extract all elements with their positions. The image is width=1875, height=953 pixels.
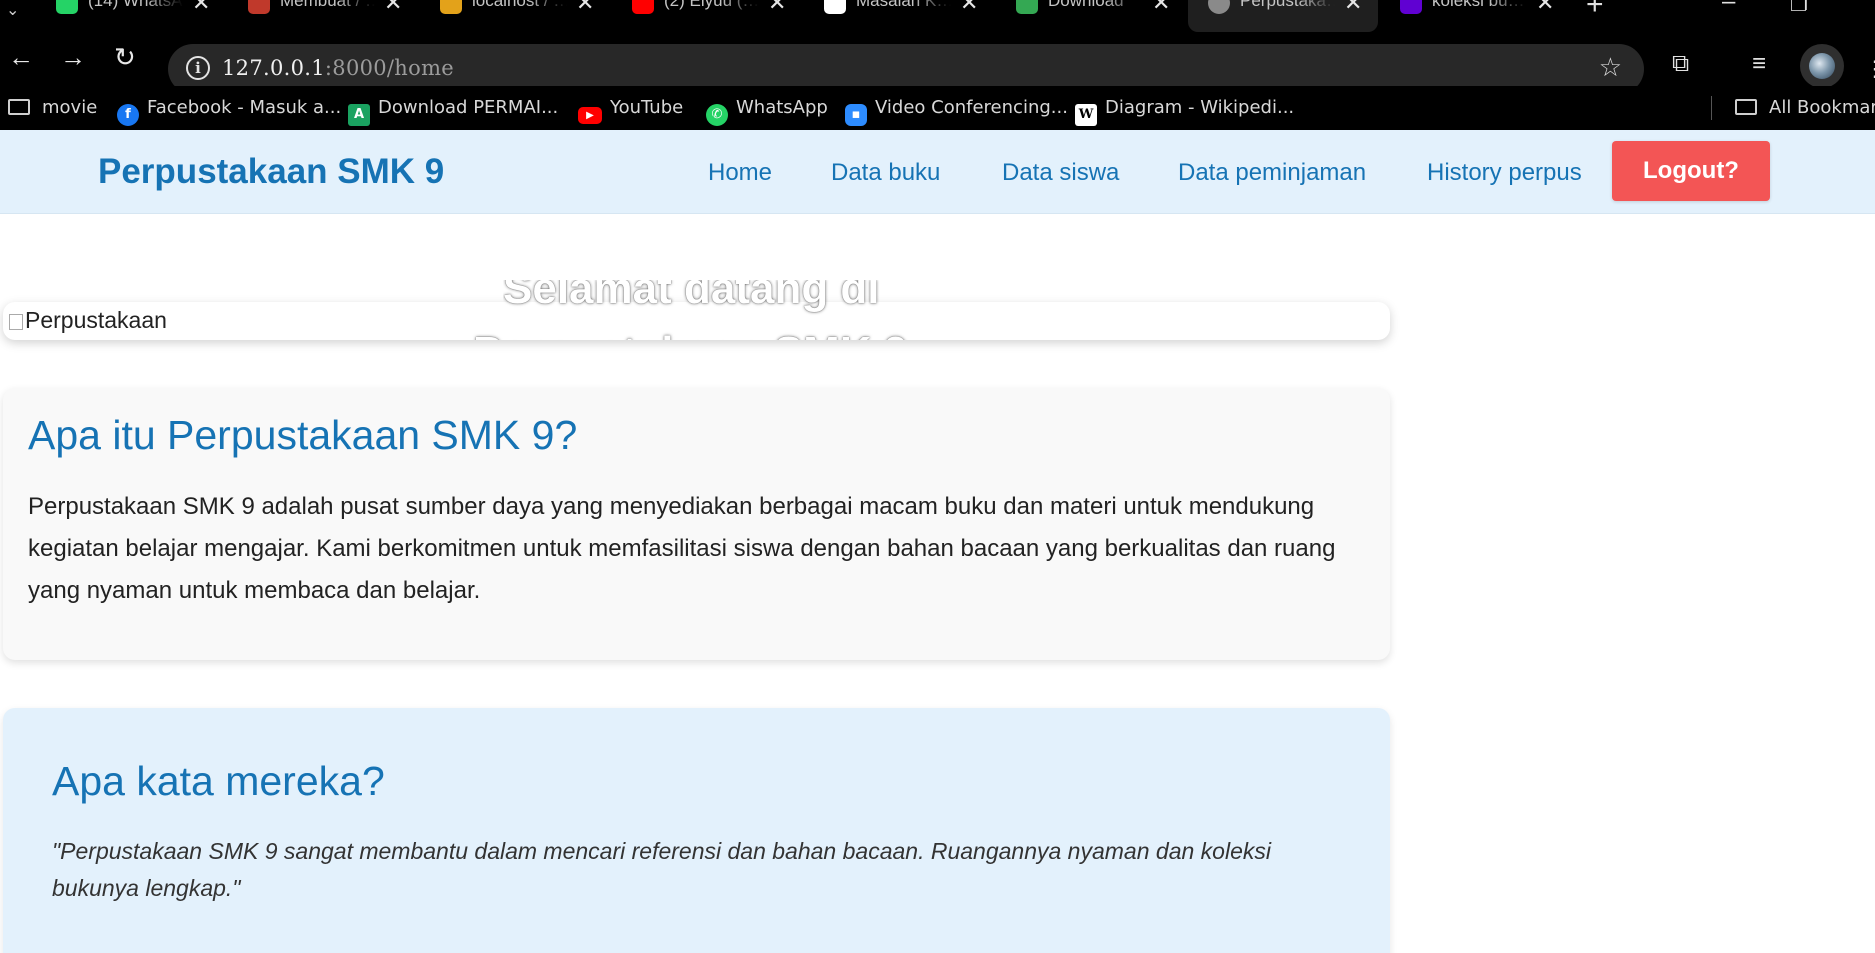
folder-icon [8,99,30,115]
hero-image-alt: Perpustakaan [9,307,167,334]
close-icon[interactable]: ✕ [1536,0,1554,16]
nav-data-buku[interactable]: Data buku [831,159,940,187]
yahoo-icon [1400,0,1422,14]
bookmark-item[interactable]: movie [8,97,97,121]
facebook-icon: f [117,104,139,126]
bookmark-item[interactable]: ✆ WhatsApp [706,97,828,126]
youtube-icon: ▶ [578,107,602,124]
tab-title: (2) Eiyuu (… [664,0,759,10]
menu-kebab-icon[interactable]: ⋮ [1864,56,1875,82]
back-icon[interactable]: ← [8,42,34,72]
site-navbar: Perpustakaan SMK 9 Home Data buku Data s… [0,130,1875,214]
broken-image-icon [9,314,23,330]
nav-home[interactable]: Home [708,159,772,187]
browser-tab[interactable]: (14) WhatsApp ✕ [36,0,226,32]
forward-icon[interactable]: → [60,42,86,72]
about-text: Perpustakaan SMK 9 adalah pusat sumber d… [28,493,1336,604]
bookmark-item[interactable]: ▶ YouTube [578,97,683,124]
wikipedia-icon: W [1075,104,1097,126]
bookmark-item[interactable]: ▪ Video Conferencing... [845,97,1068,126]
bookmark-item[interactable]: A Download PERMAI... [348,97,558,126]
browser-toolbar: ← → ↻ i 127.0.0.1:8000/home ☆ ⧉ ≡ [0,32,1875,94]
nav-history-perpus[interactable]: History perpus [1427,159,1582,187]
nav-data-peminjaman[interactable]: Data peminjaman [1178,159,1366,187]
bookmark-star-icon[interactable]: ☆ [1599,52,1622,83]
testimonial-text: "Perpustakaan SMK 9 sangat membantu dala… [52,838,1271,901]
browser-tab[interactable]: koleksi bu… ✕ [1380,0,1570,32]
close-icon[interactable]: ✕ [768,0,786,16]
bookmark-item[interactable]: f Facebook - Masuk a... [117,97,341,126]
site-info-icon[interactable]: i [186,56,210,80]
avatar [1809,53,1835,79]
close-icon[interactable]: ✕ [1152,0,1170,16]
browser-tab-active[interactable]: Perpustaka… ✕ [1188,0,1378,32]
tab-title: Masalah K… [856,0,951,10]
profile-photo-icon [248,0,270,14]
reload-icon[interactable]: ↻ [114,42,136,72]
new-tab-button[interactable]: + [1586,0,1604,22]
globe-icon [1208,0,1230,14]
extensions-icon[interactable]: ⧉ [1672,50,1689,78]
chatgpt-icon [824,0,846,14]
bookmarks-divider [1711,96,1712,120]
bookmark-item[interactable]: W Diagram - Wikipedi... [1075,97,1294,126]
about-section: Apa itu Perpustakaan SMK 9? Perpustakaan… [3,388,1390,660]
bookmarks-bar: movie f Facebook - Masuk a... A Download P… [0,86,1875,130]
tab-title: koleksi bu… [1432,0,1525,10]
hero-banner: Perpustakaan [3,302,1390,340]
media-control-icon[interactable]: ≡ [1752,50,1766,78]
profile-avatar[interactable] [1800,44,1844,88]
tab-title: Perpustaka… [1240,0,1335,10]
tab-title: (14) WhatsApp [88,0,183,10]
testimonial-title: Apa kata mereka? [52,758,385,804]
close-icon[interactable]: ✕ [192,0,210,16]
browser-tab[interactable]: (2) Eiyuu (… ✕ [612,0,802,32]
browser-tab[interactable]: Membuat / … ✕ [228,0,418,32]
tab-title: Membuat / … [280,0,375,10]
browser-tab[interactable]: Download ✕ [996,0,1186,32]
close-icon[interactable]: ✕ [1344,0,1362,16]
tab-search-chevron-icon[interactable]: ⌄ [6,0,19,20]
nav-data-siswa[interactable]: Data siswa [1002,159,1119,187]
url-text[interactable]: 127.0.0.1:8000/home [222,56,454,80]
zoom-icon: ▪ [845,104,867,126]
site-brand[interactable]: Perpustakaan SMK 9 [98,152,444,192]
browser-tab[interactable]: Masalah K… ✕ [804,0,994,32]
youtube-icon [632,0,654,14]
android-icon: A [348,104,370,126]
tab-title: Download [1048,0,1124,10]
browser-tab[interactable]: localhost / … ✕ [420,0,610,32]
logout-button[interactable]: Logout? [1612,141,1770,201]
minimize-icon[interactable]: – [1722,0,1735,16]
testimonial-section: Apa kata mereka? "Perpustakaan SMK 9 san… [3,708,1390,953]
folder-icon [1735,99,1757,115]
whatsapp-icon [56,0,78,14]
tab-title: localhost / … [472,0,567,10]
close-icon[interactable]: ✕ [960,0,978,16]
close-icon[interactable]: ✕ [384,0,402,16]
about-title: Apa itu Perpustakaan SMK 9? [28,412,578,458]
close-icon[interactable]: ✕ [576,0,594,16]
tab-strip: ⌄ (14) WhatsApp ✕ Membuat / … ✕ localhos… [0,0,1875,32]
phpmyadmin-icon [440,0,462,14]
whatsapp-icon: ✆ [706,104,728,126]
restore-icon[interactable]: ❐ [1790,0,1808,17]
all-bookmarks[interactable]: All Bookmarks [1735,97,1875,121]
google-drive-icon [1016,0,1038,14]
